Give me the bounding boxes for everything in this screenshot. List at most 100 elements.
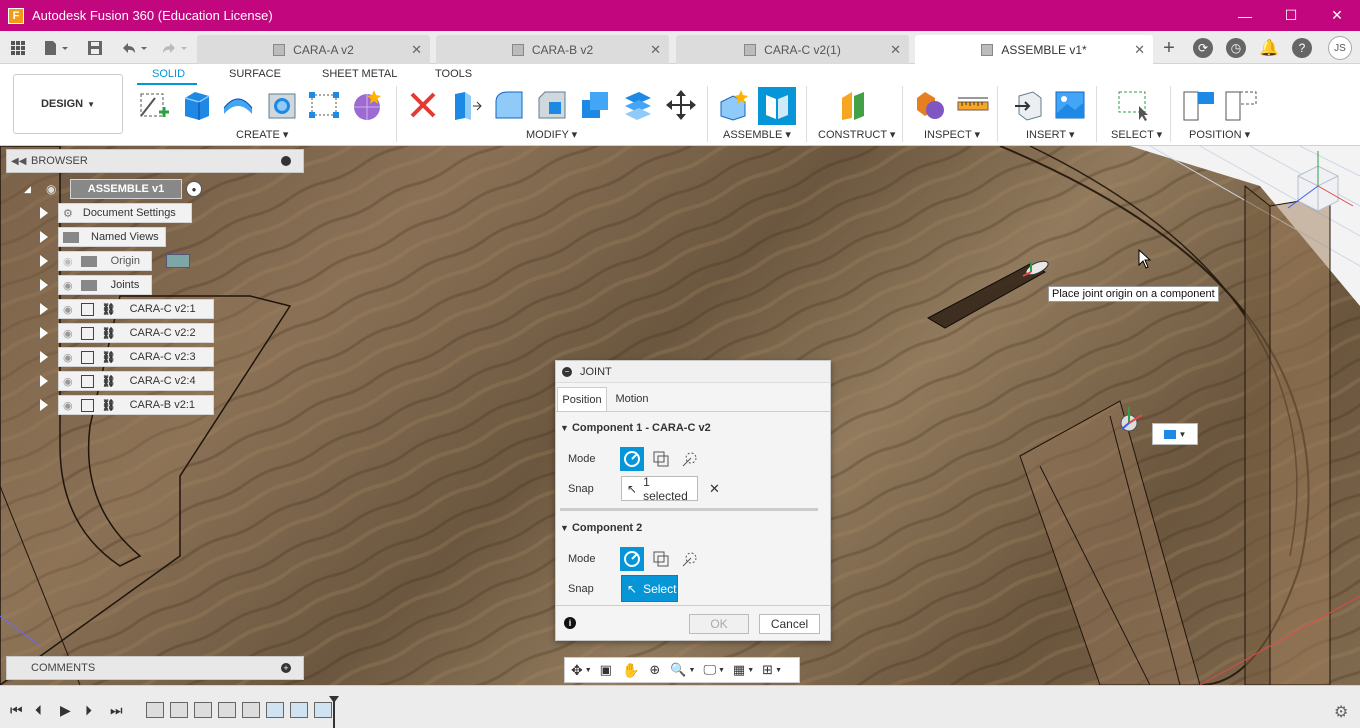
zoom-icon[interactable]: ⊕ [649,662,660,678]
browser-item-joints[interactable]: ◉ Joints [40,275,152,295]
tab-assemble[interactable]: ASSEMBLE v1* ✕ [915,35,1153,64]
eye-icon[interactable]: ◉ [63,327,73,340]
tree-item[interactable]: ◉ ⛓ CARA-B v2:1 [58,395,214,415]
component2-section[interactable]: ▼ Component 2 [560,522,642,534]
chevron-down-icon[interactable]: ▼ [585,667,592,674]
timeline-component-item[interactable] [146,702,164,718]
new-tab-plus-icon[interactable]: + [1158,37,1180,59]
tree-item[interactable]: ⚙ Document Settings [58,203,192,223]
combine-icon[interactable] [578,88,612,122]
two-edge-intersection-icon[interactable] [678,447,702,471]
tab-tools[interactable]: TOOLS [435,68,472,80]
browser-item-named-views[interactable]: Named Views [40,227,166,247]
undo-icon[interactable] [118,37,150,59]
expander-open-icon[interactable]: ◢ [24,184,36,195]
joint-button-active[interactable] [758,87,796,125]
timeline-settings-gear-icon[interactable]: ⚙ [1334,702,1348,722]
expander-icon[interactable] [40,327,48,339]
maximize-button[interactable]: ☐ [1268,0,1314,31]
eye-icon[interactable]: ◉ [46,182,62,196]
browser-root-row[interactable]: ◢ ◉ ASSEMBLE v1 ● [24,179,202,199]
timeline-joint-item[interactable] [290,702,308,718]
eye-icon[interactable]: ◉ [63,399,73,412]
tab-position[interactable]: Position [557,387,607,411]
two-edge-intersection-icon[interactable] [678,547,702,571]
help-icon[interactable]: ? [1292,38,1312,58]
capture-position-icon[interactable] [1182,88,1216,122]
revert-position-icon[interactable] [1224,88,1258,122]
chevron-down-icon[interactable]: ▼ [747,667,754,674]
tree-item[interactable]: ◉ ⛓ CARA-C v2:3 [58,347,214,367]
pattern-icon[interactable] [307,88,341,122]
tab-surface[interactable]: SURFACE [229,68,281,80]
component1-section[interactable]: ▼ Component 1 - CARA-C v2 [560,422,711,434]
timeline-component-item[interactable] [170,702,188,718]
tree-item[interactable]: ◉ Origin [58,251,152,271]
look-at-icon[interactable]: ▣ [600,662,612,678]
browser-item-cara-c-3[interactable]: ◉ ⛓ CARA-C v2:3 [40,347,214,367]
comments-panel-header[interactable]: COMMENTS + [6,656,304,680]
move-icon[interactable] [664,88,698,122]
tab-cara-c[interactable]: CARA-C v2(1) ✕ [676,35,909,64]
create-menu[interactable]: CREATE ▾ [236,128,288,141]
timeline-joint-item[interactable] [266,702,284,718]
expander-icon[interactable] [40,279,48,291]
simple-mode-button[interactable] [620,547,644,571]
chevron-down-icon[interactable]: ▼ [718,667,725,674]
inspect-menu[interactable]: INSPECT ▾ [924,128,980,141]
go-to-end-icon[interactable]: ⏭ [110,702,123,719]
notifications-bell-icon[interactable]: 🔔 [1259,38,1279,58]
close-tab-icon[interactable]: ✕ [1134,42,1145,58]
marker-options-dropdown[interactable]: ▼ [1152,423,1198,445]
browser-item-cara-c-2[interactable]: ◉ ⛓ CARA-C v2:2 [40,323,214,343]
collapse-left-icon[interactable]: ◀◀ [11,156,26,167]
assemble-menu[interactable]: ASSEMBLE ▾ [723,128,791,141]
measure-icon[interactable] [956,88,990,122]
browser-item-document-settings[interactable]: ⚙ Document Settings [40,203,192,223]
new-component-icon[interactable] [717,88,751,122]
fillet-icon[interactable] [492,88,526,122]
between-two-faces-icon[interactable] [649,547,673,571]
modify-menu[interactable]: MODIFY ▾ [526,128,577,141]
joint-origin-marker[interactable] [1015,256,1055,286]
tab-solid[interactable]: SOLID [152,68,185,80]
press-pull-icon[interactable] [449,88,483,122]
insert-menu[interactable]: INSERT ▾ [1026,128,1075,141]
tree-item[interactable]: ◉ ⛓ CARA-C v2:2 [58,323,214,343]
clear-selection-x-icon[interactable]: ✕ [709,481,720,497]
timeline-joint-item[interactable] [314,702,332,718]
step-forward-icon[interactable]: ⏵ [85,702,92,719]
eye-icon[interactable]: ◉ [63,279,73,292]
view-cube[interactable] [1278,146,1358,226]
ok-button[interactable]: OK [689,614,749,634]
data-panel-grid-icon[interactable] [8,37,28,59]
redo-icon[interactable] [158,37,190,59]
close-tab-icon[interactable]: ✕ [890,42,901,58]
chevron-down-icon[interactable]: ▼ [775,667,782,674]
expander-icon[interactable] [40,207,48,219]
expander-icon[interactable] [40,351,48,363]
position-menu[interactable]: POSITION ▾ [1189,128,1250,141]
snap-selection-button[interactable]: ↖ 1 selected [621,475,698,503]
file-menu-icon[interactable] [40,37,72,59]
close-tab-icon[interactable]: ✕ [650,42,661,58]
revolve-icon[interactable] [221,88,255,122]
tree-item[interactable]: Named Views [58,227,166,247]
tree-item[interactable]: ◉ Joints [58,275,152,295]
collapse-dialog-icon[interactable]: − [562,366,572,377]
offset-face-icon[interactable] [621,88,655,122]
tree-item[interactable]: ◉ ⛓ CARA-C v2:1 [58,299,214,319]
workspace-switcher[interactable]: DESIGN ▼ [13,74,123,134]
expander-icon[interactable] [40,255,48,267]
expander-icon[interactable] [40,399,48,411]
hole-icon[interactable] [265,88,299,122]
orbit-icon[interactable]: ✥ [571,662,583,679]
go-to-start-icon[interactable]: ⏮ [10,702,23,719]
chevron-down-icon[interactable]: ▼ [689,667,696,674]
minimize-panel-icon[interactable] [281,156,291,166]
create-sketch-icon[interactable] [137,88,171,122]
fit-icon[interactable]: 🔍 [670,662,686,678]
minimize-button[interactable]: — [1222,0,1268,31]
eye-icon[interactable]: ◉ [63,303,73,316]
close-window-button[interactable]: ✕ [1314,0,1360,31]
